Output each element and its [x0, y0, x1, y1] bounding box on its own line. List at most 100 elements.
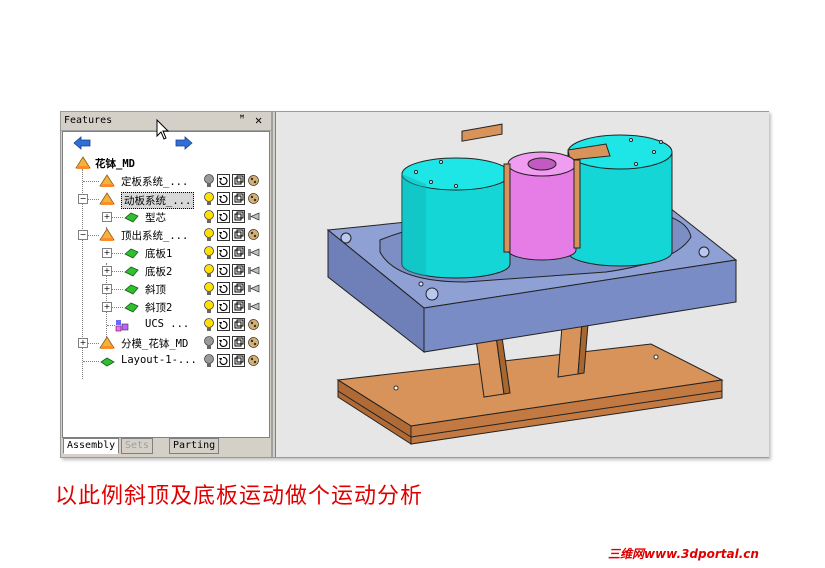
tree-item[interactable]: − 顶出系统_... [63, 226, 269, 244]
back-arrow-icon[interactable] [73, 136, 91, 150]
palette-icon[interactable] [247, 354, 260, 367]
panel-tabs: Assembly Sets Parting [63, 438, 269, 454]
undo-icon[interactable] [217, 210, 230, 223]
tree-item-label: 分模_花钵_MD [121, 338, 189, 350]
copy-icon[interactable] [232, 336, 245, 349]
tab-assembly[interactable]: Assembly [63, 438, 120, 454]
constraint-icon[interactable] [247, 282, 260, 295]
tree-line [112, 253, 123, 254]
undo-icon[interactable] [217, 300, 230, 313]
lightbulb-icon[interactable] [203, 264, 215, 278]
palette-icon[interactable] [247, 174, 260, 187]
undo-icon[interactable] [217, 318, 230, 331]
layout-icon [100, 357, 115, 367]
lightbulb-icon[interactable] [203, 300, 215, 314]
constraint-icon[interactable] [247, 264, 260, 277]
constraint-icon[interactable] [247, 300, 260, 313]
copy-icon[interactable] [232, 318, 245, 331]
expander-icon[interactable]: + [102, 266, 112, 276]
lightbulb-icon[interactable] [203, 246, 215, 260]
tree-item[interactable]: + 斜顶 [63, 280, 269, 298]
expander-icon[interactable]: + [102, 302, 112, 312]
undo-icon[interactable] [217, 192, 230, 205]
lightbulb-icon[interactable] [203, 174, 215, 188]
assembly-icon [99, 228, 115, 241]
copy-icon[interactable] [232, 210, 245, 223]
undo-icon[interactable] [217, 228, 230, 241]
undo-icon[interactable] [217, 282, 230, 295]
assembly-icon [99, 174, 115, 187]
tree-item[interactable]: Layout-1-... [63, 352, 269, 370]
mouse-cursor-icon [156, 119, 170, 140]
tree-item[interactable]: − 动板系统_... [63, 190, 269, 209]
tree-item-actions [203, 336, 265, 350]
model-viewport[interactable] [275, 112, 769, 457]
copy-icon[interactable] [232, 354, 245, 367]
copy-icon[interactable] [232, 282, 245, 295]
lightbulb-icon[interactable] [203, 336, 215, 350]
tree-item[interactable]: + 底板1 [63, 244, 269, 262]
lightbulb-icon[interactable] [203, 318, 215, 332]
undo-icon[interactable] [217, 264, 230, 277]
center-core [503, 151, 581, 261]
tree-item[interactable]: + 斜顶2 [63, 298, 269, 316]
expander-icon[interactable]: + [78, 338, 88, 348]
constraint-icon[interactable] [247, 246, 260, 259]
tree-item[interactable]: + 底板2 [63, 262, 269, 280]
tree-root-label: 花钵_MD [95, 158, 135, 170]
lightbulb-icon[interactable] [203, 354, 215, 368]
tree-item-actions [203, 318, 265, 332]
tree-item[interactable]: + 分模_花钵_MD [63, 334, 269, 352]
expander-icon[interactable]: − [78, 230, 88, 240]
palette-icon[interactable] [247, 318, 260, 331]
forward-arrow-icon[interactable] [175, 136, 193, 150]
close-icon[interactable]: ✕ [255, 113, 262, 127]
tree-root[interactable]: 花钵_MD [63, 154, 269, 172]
expander-icon[interactable]: + [102, 284, 112, 294]
tree-item-actions [203, 246, 265, 260]
tree-item[interactable]: UCS ... [63, 316, 269, 334]
lightbulb-icon[interactable] [203, 228, 215, 242]
expander-icon[interactable]: + [102, 248, 112, 258]
lightbulb-icon[interactable] [203, 210, 215, 224]
tree-line [107, 325, 115, 326]
copy-icon[interactable] [232, 228, 245, 241]
tree-item-label: 定板系统_... [121, 176, 189, 188]
caption-text: 以此例斜顶及底板运动做个运动分析 [55, 484, 424, 509]
tree-item-label: 型芯 [145, 212, 166, 224]
pin-icon[interactable]: ꟸ [239, 114, 245, 125]
copy-icon[interactable] [232, 174, 245, 187]
expander-icon[interactable]: + [102, 212, 112, 222]
tree-item-actions [203, 282, 265, 296]
palette-icon[interactable] [247, 336, 260, 349]
part-icon [124, 212, 139, 223]
assembly-icon [99, 336, 115, 349]
palette-icon[interactable] [247, 228, 260, 241]
tree-item-actions [203, 210, 265, 224]
ucs-icon [115, 320, 129, 332]
undo-icon[interactable] [217, 174, 230, 187]
undo-icon[interactable] [217, 246, 230, 259]
tree-item-actions [203, 354, 265, 368]
mold-model [326, 123, 738, 445]
constraint-icon[interactable] [247, 210, 260, 223]
panel-title: Features [64, 115, 113, 126]
tree-line [83, 361, 99, 362]
tree-item-label: Layout-1-... [121, 354, 197, 366]
undo-icon[interactable] [217, 354, 230, 367]
tab-parting[interactable]: Parting [169, 438, 220, 454]
lightbulb-icon[interactable] [203, 282, 215, 296]
tab-sets[interactable]: Sets [121, 438, 154, 454]
tree-item-label: 底板2 [145, 266, 173, 278]
copy-icon[interactable] [232, 300, 245, 313]
palette-icon[interactable] [247, 192, 260, 205]
tree-item[interactable]: + 型芯 [63, 208, 269, 226]
copy-icon[interactable] [232, 264, 245, 277]
expander-icon[interactable]: − [78, 194, 88, 204]
copy-icon[interactable] [232, 192, 245, 205]
tree-item[interactable]: 定板系统_... [63, 172, 269, 190]
undo-icon[interactable] [217, 336, 230, 349]
application-window: Features ꟸ ✕ 花钵_MD 定板系统_... − 动板系统_... +… [60, 111, 769, 458]
copy-icon[interactable] [232, 246, 245, 259]
lightbulb-icon[interactable] [203, 192, 215, 206]
